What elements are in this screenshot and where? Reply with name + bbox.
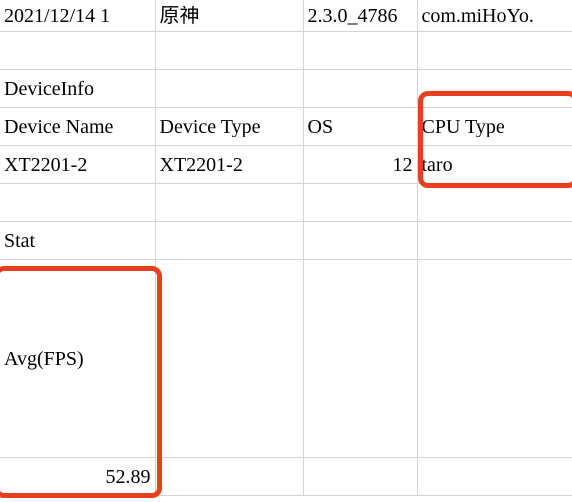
cell-text: 原神 bbox=[159, 5, 200, 26]
cell-blank[interactable] bbox=[303, 31, 418, 70]
column-header-avg-fps[interactable]: Avg(FPS) bbox=[0, 259, 156, 458]
cell-blank[interactable] bbox=[303, 457, 418, 496]
table-row[interactable]: DeviceInfo bbox=[0, 69, 572, 108]
watermark-text bbox=[562, 446, 566, 458]
cell-text: CPU Type bbox=[421, 116, 505, 137]
cell-text: XT2201-2 bbox=[4, 154, 88, 175]
cell-blank[interactable] bbox=[417, 69, 572, 108]
table-row[interactable] bbox=[0, 183, 572, 222]
cell-stat-title[interactable]: Stat bbox=[0, 221, 156, 260]
table-row[interactable] bbox=[0, 31, 572, 70]
table-row[interactable]: 2021/12/14 1 原神 2.3.0_4786 com.miHoYo. bbox=[0, 0, 572, 32]
column-header-cpu-type[interactable]: CPU Type bbox=[417, 107, 572, 146]
cell-blank[interactable] bbox=[0, 31, 156, 70]
cell-blank[interactable] bbox=[417, 221, 572, 260]
cell-blank[interactable] bbox=[155, 183, 304, 222]
table-row[interactable]: XT2201-2 XT2201-2 12 taro bbox=[0, 145, 572, 184]
cell-text: taro bbox=[421, 154, 453, 175]
cell-blank[interactable] bbox=[155, 69, 304, 108]
cell-blank[interactable] bbox=[303, 259, 418, 458]
cell-cpu-type-value[interactable]: taro bbox=[417, 145, 572, 184]
cell-blank[interactable] bbox=[417, 457, 572, 496]
cell-text: Device Name bbox=[4, 116, 114, 137]
column-header-os[interactable]: OS bbox=[303, 107, 418, 146]
cell-text: 2.3.0_4786 bbox=[307, 5, 398, 26]
table-row[interactable]: Device Name Device Type OS CPU Type bbox=[0, 107, 572, 146]
column-header-device-type[interactable]: Device Type bbox=[155, 107, 304, 146]
cell-blank[interactable] bbox=[155, 221, 304, 260]
cell-blank[interactable] bbox=[155, 259, 304, 458]
cell-avg-fps-value[interactable]: 52.89 bbox=[0, 457, 156, 496]
cell-text: OS bbox=[307, 116, 334, 137]
cell-device-type-value[interactable]: XT2201-2 bbox=[155, 145, 304, 184]
spreadsheet-canvas: 2021/12/14 1 原神 2.3.0_4786 com.miHoYo. D… bbox=[0, 0, 572, 502]
cell-text: XT2201-2 bbox=[159, 154, 243, 175]
cell-text: Stat bbox=[4, 230, 36, 251]
cell-device-name-value[interactable]: XT2201-2 bbox=[0, 145, 156, 184]
cell-blank[interactable] bbox=[303, 69, 418, 108]
cell-os-value[interactable]: 12 bbox=[303, 145, 418, 184]
cell-blank[interactable] bbox=[155, 457, 304, 496]
cell-session-date[interactable]: 2021/12/14 1 bbox=[0, 0, 156, 32]
spreadsheet-body: 2021/12/14 1 原神 2.3.0_4786 com.miHoYo. D… bbox=[0, 0, 572, 496]
cell-blank[interactable] bbox=[417, 259, 572, 458]
table-row[interactable]: 52.89 bbox=[0, 457, 572, 496]
cell-text: Device Type bbox=[159, 116, 261, 137]
cell-text: DeviceInfo bbox=[4, 78, 94, 99]
cell-blank[interactable] bbox=[303, 183, 418, 222]
cell-blank[interactable] bbox=[303, 221, 418, 260]
cell-device-info-title[interactable]: DeviceInfo bbox=[0, 69, 156, 108]
cell-blank[interactable] bbox=[417, 31, 572, 70]
cell-text: com.miHoYo. bbox=[421, 5, 534, 26]
cell-app-version[interactable]: 2.3.0_4786 bbox=[303, 0, 418, 32]
cell-blank[interactable] bbox=[155, 31, 304, 70]
table-row[interactable]: Avg(FPS) bbox=[0, 259, 572, 458]
cell-app-name[interactable]: 原神 bbox=[155, 0, 304, 32]
column-header-device-name[interactable]: Device Name bbox=[0, 107, 156, 146]
cell-package-name[interactable]: com.miHoYo. bbox=[417, 0, 572, 32]
cell-text: 12 bbox=[392, 154, 413, 175]
cell-blank[interactable] bbox=[417, 183, 572, 222]
table-row[interactable]: Stat bbox=[0, 221, 572, 260]
cell-text: Avg(FPS) bbox=[4, 347, 84, 370]
spreadsheet-grid[interactable]: 2021/12/14 1 原神 2.3.0_4786 com.miHoYo. D… bbox=[0, 0, 572, 496]
cell-text: 2021/12/14 1 bbox=[4, 5, 111, 26]
cell-text: 52.89 bbox=[105, 466, 151, 487]
cell-blank[interactable] bbox=[0, 183, 156, 222]
